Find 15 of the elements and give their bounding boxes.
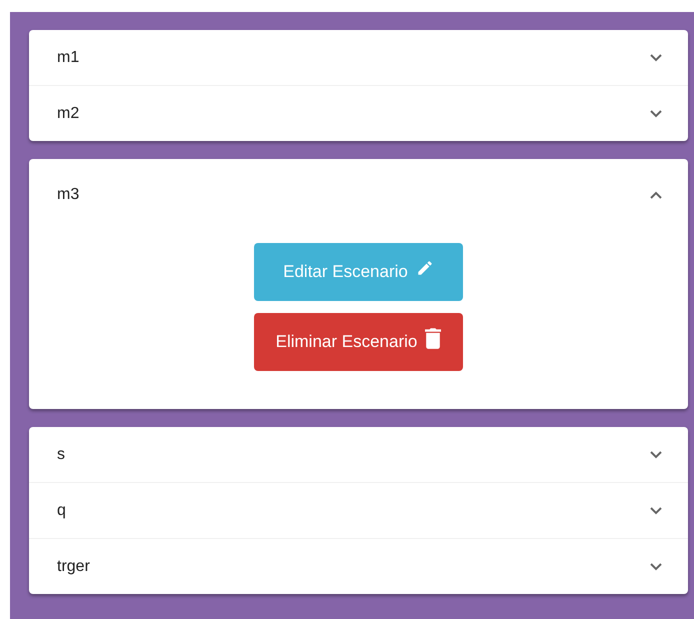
chevron-up-icon bbox=[650, 191, 662, 199]
panel-header[interactable]: m3 bbox=[29, 159, 688, 231]
chevron-down-icon bbox=[650, 506, 662, 514]
panel-header[interactable]: q bbox=[29, 483, 688, 538]
chevron-down-icon bbox=[650, 110, 662, 118]
chevron-down-icon bbox=[650, 54, 662, 62]
panel-header[interactable]: m2 bbox=[29, 86, 688, 141]
chevron-down-icon bbox=[650, 450, 662, 458]
trash-icon bbox=[425, 327, 442, 349]
chevron-down-icon bbox=[650, 562, 662, 570]
pencil-icon bbox=[416, 259, 434, 277]
panel-header[interactable]: m1 bbox=[29, 30, 688, 85]
panel-header[interactable]: s bbox=[29, 427, 688, 482]
panel-header[interactable]: trger bbox=[29, 539, 688, 594]
delete-button[interactable]: Eliminar Escenario bbox=[254, 313, 463, 371]
